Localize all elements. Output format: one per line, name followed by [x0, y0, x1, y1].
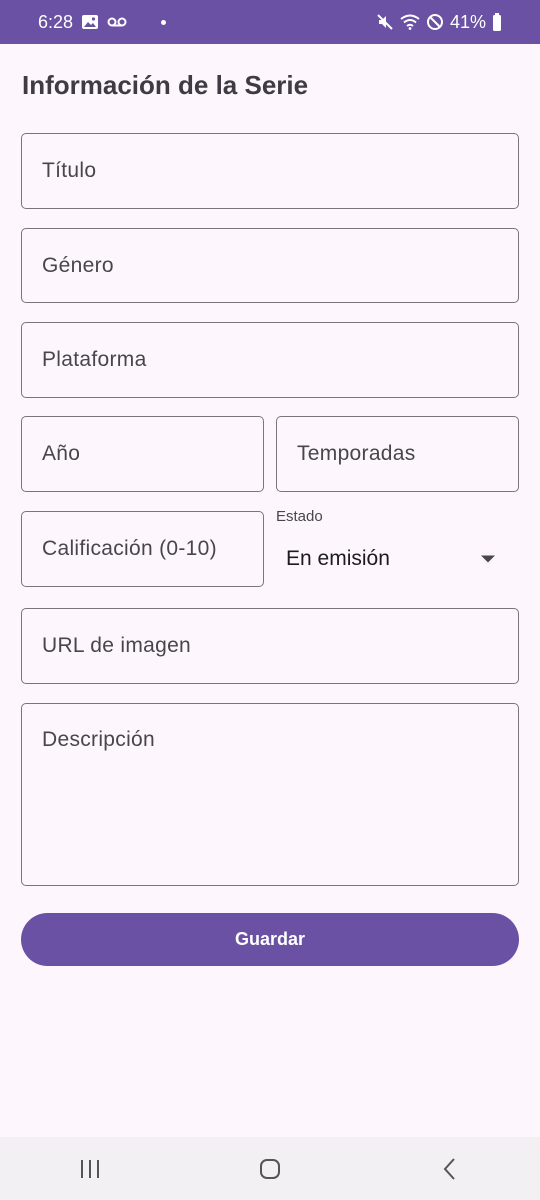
estado-label: Estado: [276, 508, 323, 525]
navigation-bar: [0, 1137, 540, 1200]
page-title: Información de la Serie: [22, 70, 309, 100]
estado-dropdown[interactable]: En emisión: [276, 532, 519, 586]
recents-icon[interactable]: [50, 1144, 130, 1194]
plataforma-field[interactable]: Plataforma: [21, 322, 519, 398]
dropdown-arrow-icon: [481, 555, 495, 563]
battery-percent: 41%: [449, 11, 486, 32]
titulo-placeholder: Título: [42, 159, 97, 182]
mute-icon: [376, 13, 394, 31]
notification-dot: [161, 19, 167, 25]
descripcion-placeholder: Descripción: [42, 728, 156, 751]
titulo-field[interactable]: Título: [21, 133, 519, 209]
block-icon: [426, 13, 444, 31]
genero-placeholder: Género: [42, 253, 114, 277]
anio-field[interactable]: Año: [21, 416, 264, 492]
genero-field[interactable]: Género: [21, 228, 519, 303]
home-icon[interactable]: [230, 1144, 310, 1194]
descripcion-field[interactable]: Descripción: [21, 703, 519, 886]
plataforma-placeholder: Plataforma: [42, 348, 147, 371]
url-imagen-placeholder: URL de imagen: [42, 634, 192, 657]
status-time: 6:28: [38, 11, 74, 32]
calificacion-placeholder: Calificación (0-10): [42, 537, 217, 560]
status-bar: 6:28 41%: [0, 0, 540, 44]
anio-placeholder: Año: [42, 442, 81, 465]
calificacion-field[interactable]: Calificación (0-10): [21, 511, 264, 587]
url-imagen-field[interactable]: URL de imagen: [21, 608, 519, 684]
estado-value: En emisión: [286, 547, 390, 570]
temporadas-field[interactable]: Temporadas: [276, 416, 519, 492]
guardar-button[interactable]: Guardar: [21, 913, 519, 966]
wifi-icon: [400, 14, 420, 30]
image-icon: [81, 14, 99, 30]
back-icon[interactable]: [410, 1144, 490, 1194]
voicemail-icon: [107, 16, 127, 28]
battery-icon: [492, 13, 502, 31]
temporadas-placeholder: Temporadas: [297, 442, 416, 465]
